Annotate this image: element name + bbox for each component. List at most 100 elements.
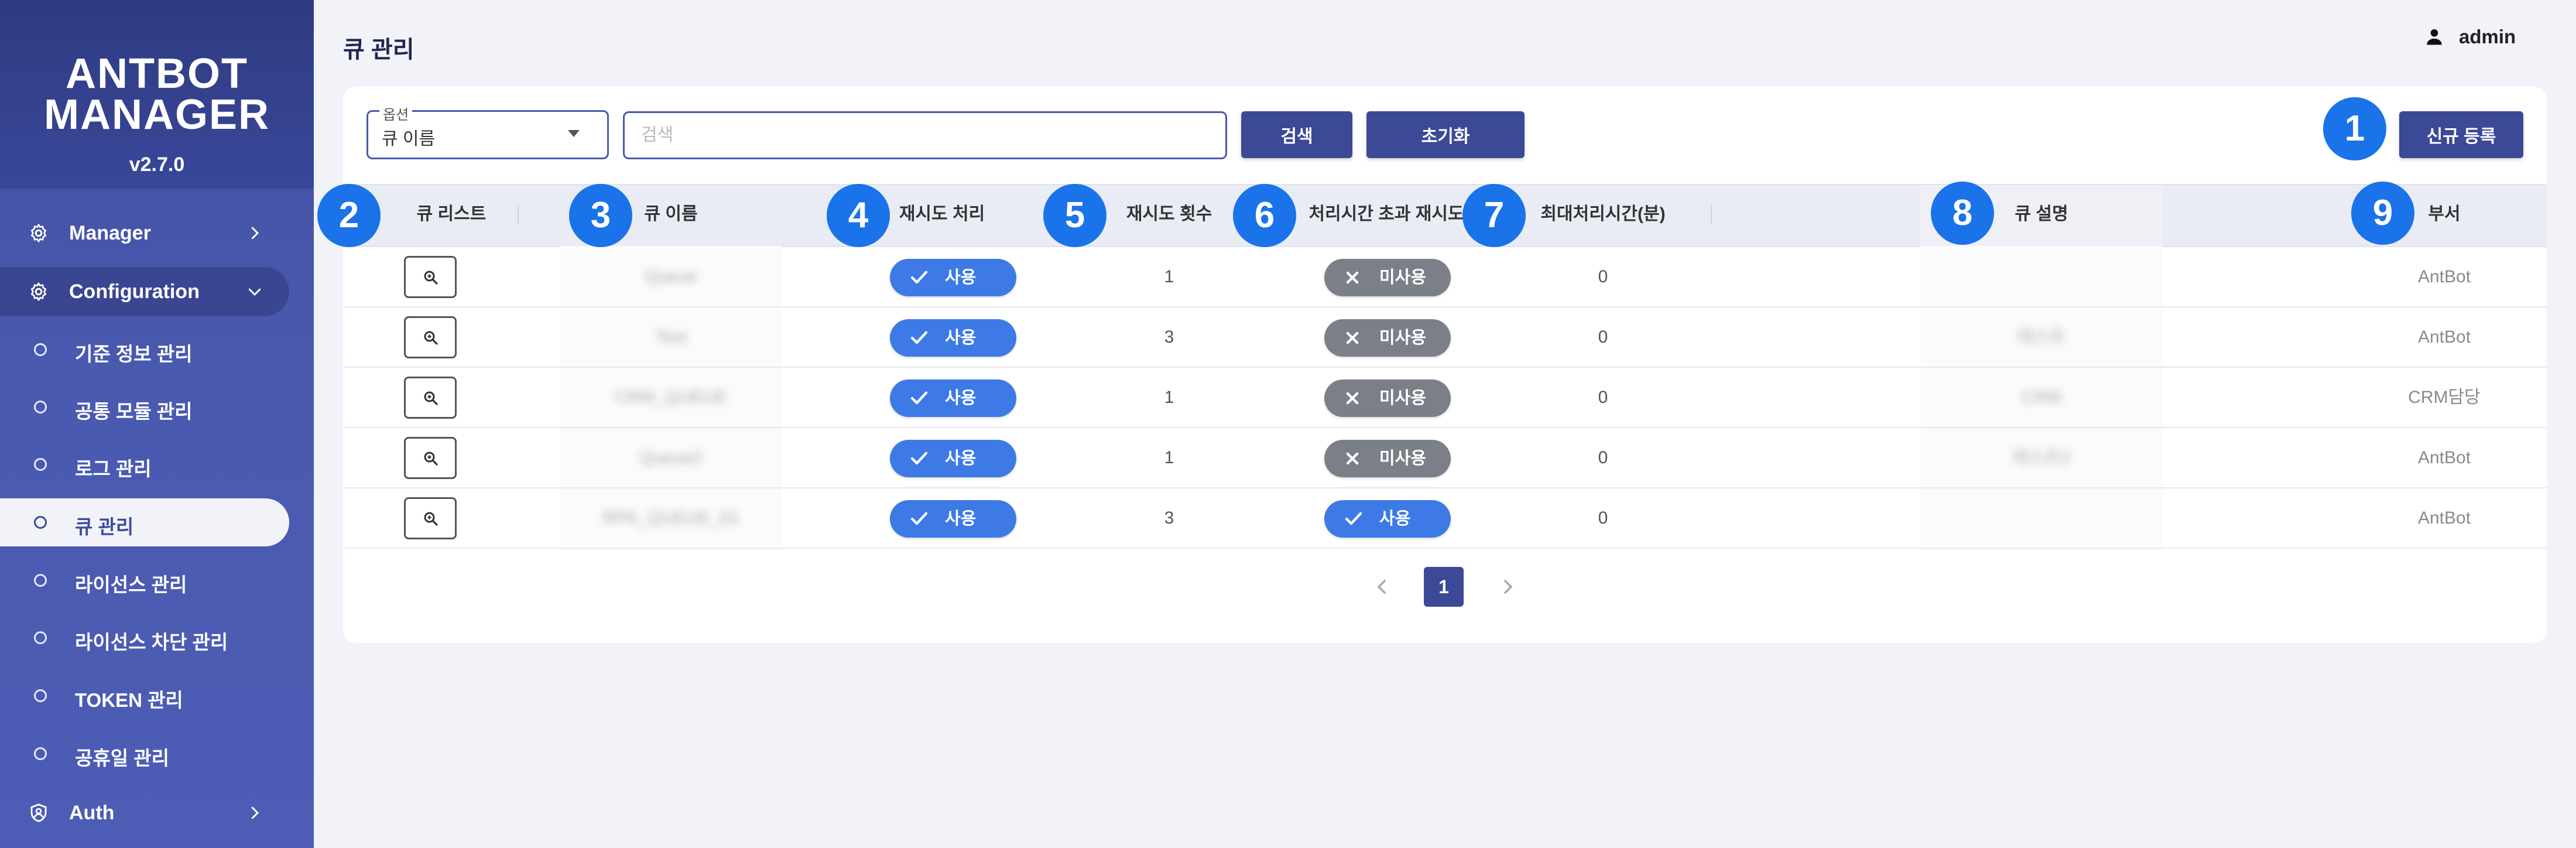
user-menu[interactable]: admin [2424,22,2516,52]
sidebar-item-common-module[interactable]: 공통 모듈 관리 [0,383,289,431]
select-legend: 옵션 [379,103,413,124]
reset-button[interactable]: 초기화 [1366,111,1525,158]
chip-label: 미사용 [1379,389,1427,408]
queue-name: CRM_QUEUE [615,388,727,407]
retry-status-chip[interactable]: 사용 [890,379,1016,417]
new-register-button[interactable]: 신규 등록 [2399,111,2523,158]
sidebar-item-configuration[interactable]: Configuration [0,267,289,316]
brand-line-2: MANAGER [44,91,270,138]
queue-name: RPA_QUEUE_01 [602,508,739,528]
annotation-marker: 3 [569,184,632,247]
retry-count: 1 [1164,388,1174,407]
queue-name: Queue [644,267,698,286]
sidebar-subitem-label: 라이선스 차단 관리 [75,631,228,653]
retry-status-chip[interactable]: 사용 [890,259,1016,296]
check-icon [910,331,928,344]
sidebar-item-auth[interactable]: Auth [0,788,314,837]
sidebar-subitem-label: 공휴일 관리 [75,747,169,769]
check-icon [910,512,928,525]
department: AntBot [2417,267,2471,286]
max-process-time: 0 [1598,448,1608,467]
sidebar-subitem-label: TOKEN 관리 [75,689,183,711]
sidebar-item-base-info[interactable]: 기준 정보 관리 [0,326,289,374]
max-process-time: 0 [1598,327,1608,347]
sidebar-subitem-label: 로그 관리 [75,458,152,480]
annotation-marker: 5 [1043,184,1107,247]
zoom-in-icon [424,271,438,285]
view-detail-button[interactable] [404,437,457,479]
pagination-prev-icon[interactable] [1370,573,1393,601]
sidebar-item-label: Auth [69,801,115,824]
chevron-right-icon [251,227,259,240]
table-row: RPA_QUEUE_01 사용 3 사용 0 AntBot [343,488,2547,549]
sidebar-subitem-label: 기준 정보 관리 [75,343,193,365]
queue-description [1920,247,2163,306]
retry-status-chip[interactable]: 사용 [890,440,1016,477]
sidebar-item-license[interactable]: 라이선스 관리 [0,556,289,604]
select-value: 큐 이름 [382,129,436,149]
check-icon [1345,512,1362,525]
retry-status-chip[interactable]: 사용 [890,319,1016,357]
department: AntBot [2417,327,2471,347]
chevron-down-icon [248,288,261,296]
check-icon [910,271,928,284]
annotation-marker: 2 [317,184,381,247]
page-title: 큐 관리 [343,37,415,63]
queue-description: 테스트2 [2012,448,2071,467]
timeout-retry-chip[interactable]: 미사용 [1324,440,1451,477]
gear-icon [30,282,47,301]
timeout-retry-chip[interactable]: 미사용 [1324,259,1451,296]
queue-name: Test [655,327,687,347]
retry-count: 3 [1164,508,1174,528]
shield-user-icon [30,803,47,822]
sidebar-item-label: Manager [69,221,151,244]
view-detail-button[interactable] [404,256,457,298]
max-process-time: 0 [1598,267,1608,286]
department: AntBot [2417,448,2471,467]
search-button[interactable]: 검색 [1241,111,1352,158]
max-process-time: 0 [1598,388,1608,407]
queue-description: 테스트 [2017,327,2066,347]
sidebar-item-token[interactable]: TOKEN 관리 [0,672,289,720]
table-row: Test 사용 3 미사용 0 테스트 AntBot [343,307,2547,368]
sidebar-item-license-block[interactable]: 라이선스 차단 관리 [0,614,289,662]
timeout-retry-chip[interactable]: 미사용 [1324,379,1451,417]
table-row: Queue2 사용 1 미사용 0 테스트2 AntBot [343,428,2547,488]
timeout-retry-chip[interactable]: 미사용 [1324,319,1451,357]
chip-label: 사용 [945,268,977,287]
brand-line-1: ANTBOT [66,50,248,97]
brand-logo: ANTBOT MANAGER v2.7.0 [0,0,314,189]
view-detail-button[interactable] [404,316,457,358]
sidebar-item-queue[interactable]: 큐 관리 [0,498,289,546]
circle-icon [34,516,47,529]
zoom-in-icon [424,512,438,526]
close-icon [1346,271,1359,284]
pagination-page-button[interactable]: 1 [1424,567,1464,607]
sidebar-item-holiday[interactable]: 공휴일 관리 [0,730,289,778]
view-detail-button[interactable] [404,377,457,419]
retry-status-chip[interactable]: 사용 [890,500,1016,538]
timeout-retry-chip[interactable]: 사용 [1324,500,1451,538]
zoom-in-icon [424,452,438,466]
sidebar-item-label: Configuration [69,280,200,303]
retry-count: 3 [1164,327,1174,347]
queue-name: Queue2 [639,448,703,467]
view-detail-button[interactable] [404,497,457,539]
username: admin [2459,26,2516,47]
search-input[interactable] [623,111,1227,159]
queue-description: CRM [2021,388,2062,407]
zoom-in-icon [424,331,438,345]
queue-description [1920,488,2163,548]
sidebar-item-log[interactable]: 로그 관리 [0,440,289,488]
circle-icon [34,401,47,413]
sidebar-subitem-label: 공통 모듈 관리 [75,401,193,422]
department: CRM담당 [2408,388,2481,407]
table-row: CRM_QUEUE 사용 1 미사용 0 CRM CRM담당 [343,368,2547,428]
column-header-max-time: 최대처리시간(분) [1540,204,1666,224]
circle-icon [34,574,47,587]
table-row: Queue 사용 1 미사용 0 AntBot [343,247,2547,307]
sidebar-item-manager[interactable]: Manager [0,208,314,258]
pagination-next-icon[interactable] [1496,573,1520,601]
retry-count: 1 [1164,448,1174,467]
circle-icon [34,458,47,471]
